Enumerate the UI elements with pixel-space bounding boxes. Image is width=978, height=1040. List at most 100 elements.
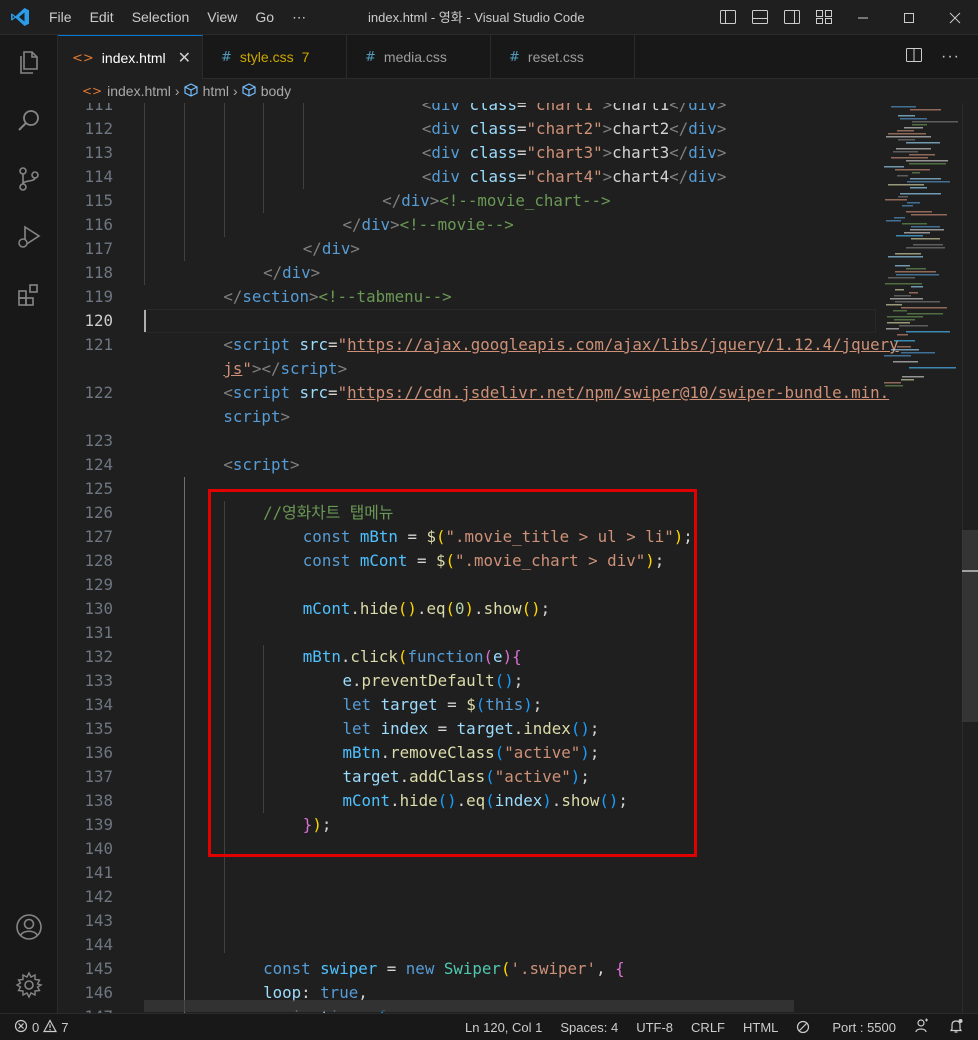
problems-indicator[interactable]: 0 7	[14, 1018, 69, 1036]
tab-label: media.css	[383, 49, 447, 65]
tab-reset-css[interactable]: # reset.css	[491, 35, 635, 79]
code-text: js"></script>	[223, 359, 348, 378]
scrollbar-thumb[interactable]	[962, 530, 978, 722]
tab-label: index.html	[101, 50, 166, 66]
line-number: 112	[84, 119, 113, 138]
notifications-bell-icon[interactable]	[948, 1018, 964, 1037]
toggle-primary-sidebar-icon[interactable]	[718, 7, 738, 27]
line-number: 133	[84, 671, 113, 690]
indentation-setting[interactable]: Spaces: 4	[560, 1020, 618, 1035]
line-number: 140	[84, 839, 113, 858]
element-cube-icon	[183, 82, 198, 100]
line-number: 121	[84, 335, 113, 354]
run-debug-icon[interactable]	[0, 213, 58, 261]
breadcrumb-body[interactable]: body	[261, 83, 291, 99]
menu-more-button[interactable]: ⋯	[283, 0, 316, 35]
code-line: 143	[58, 909, 878, 933]
warning-count: 7	[61, 1019, 69, 1035]
code-line: 118 </div>	[58, 261, 878, 285]
menu-view[interactable]: View	[198, 0, 246, 35]
language-mode[interactable]: HTML	[743, 1020, 778, 1035]
line-number: 127	[84, 527, 113, 546]
code-text: <div class="chart2">chart2</div>	[421, 119, 727, 138]
line-number: 143	[84, 911, 113, 930]
close-window-icon[interactable]	[932, 0, 978, 35]
maximize-icon[interactable]	[886, 0, 932, 35]
settings-gear-icon[interactable]	[0, 961, 58, 1009]
toggle-panel-icon[interactable]	[750, 7, 770, 27]
code-editor[interactable]: 111 <div class="chart1">chart1</div> 112 <d…	[58, 103, 978, 1013]
line-number: 132	[84, 647, 113, 666]
source-control-icon[interactable]	[0, 155, 58, 203]
code-text: const swiper = new Swiper('.swiper', {	[263, 959, 625, 978]
code-text: <div class="chart4">chart4</div>	[421, 167, 727, 186]
line-number: 111	[84, 103, 113, 114]
code-line: 112 <div class="chart2">chart2</div>	[58, 117, 878, 141]
feedback-icon[interactable]	[914, 1018, 930, 1037]
code-line: 124 <script>	[58, 453, 878, 477]
scrollbar-cursor-marker	[962, 570, 978, 572]
vscode-logo-icon	[0, 0, 40, 35]
menu-file[interactable]: File	[40, 0, 81, 35]
code-text: </div>	[263, 263, 321, 282]
minimize-icon[interactable]	[840, 0, 886, 35]
code-text: script>	[223, 407, 290, 426]
line-number: 128	[84, 551, 113, 570]
annotation-highlight-box	[208, 489, 697, 857]
line-number: 117	[84, 239, 113, 258]
line-number: 141	[84, 863, 113, 882]
end-of-line[interactable]: CRLF	[691, 1020, 725, 1035]
warning-icon	[43, 1018, 58, 1036]
close-tab-icon[interactable]: ✕	[178, 48, 191, 68]
html-file-icon: <>	[72, 50, 94, 66]
file-encoding[interactable]: UTF-8	[636, 1020, 673, 1035]
tab-media-css[interactable]: # media.css	[347, 35, 491, 79]
editor-tabs: <> index.html ✕ # style.css 7 # media.cs…	[58, 35, 978, 80]
cursor-position[interactable]: Ln 120, Col 1	[465, 1020, 542, 1035]
line-number: 115	[84, 191, 113, 210]
minimap[interactable]	[880, 103, 964, 1013]
code-line: 142	[58, 885, 878, 909]
code-text: </div>	[302, 239, 360, 258]
activity-bar	[0, 35, 58, 1013]
css-file-icon: #	[509, 49, 520, 65]
customize-layout-icon[interactable]	[814, 7, 834, 27]
tab-label: style.css	[239, 49, 294, 65]
chevron-right-icon: ›	[174, 83, 180, 99]
explorer-icon[interactable]	[0, 39, 58, 87]
toggle-secondary-sidebar-icon[interactable]	[782, 7, 802, 27]
line-number: 137	[84, 767, 113, 786]
more-actions-icon[interactable]: ···	[941, 48, 960, 66]
code-line: script>	[58, 405, 878, 429]
line-number: 123	[84, 431, 113, 450]
accounts-icon[interactable]	[0, 903, 58, 951]
line-number: 116	[84, 215, 113, 234]
live-server-port[interactable]: Port : 5500	[796, 1020, 896, 1035]
split-editor-icon[interactable]	[905, 46, 923, 69]
menu-go[interactable]: Go	[246, 0, 283, 35]
code-text: <script src="https://cdn.jsdelivr.net/np…	[223, 383, 890, 402]
breadcrumb-file[interactable]: index.html	[107, 83, 171, 99]
html-file-icon: <>	[82, 84, 103, 98]
extensions-icon[interactable]	[0, 271, 58, 319]
tab-style-css[interactable]: # style.css 7	[203, 35, 347, 79]
line-number: 118	[84, 263, 113, 282]
line-number: 113	[84, 143, 113, 162]
horizontal-scrollbar-thumb[interactable]	[144, 1000, 794, 1012]
line-number: 124	[84, 455, 113, 474]
breadcrumb-html[interactable]: html	[203, 83, 229, 99]
line-number: 130	[84, 599, 113, 618]
tab-index-html[interactable]: <> index.html ✕	[58, 35, 203, 80]
code-line: 121 <script src="https://ajax.googleapis.…	[58, 333, 898, 357]
code-line: 114 <div class="chart4">chart4</div>	[58, 165, 878, 189]
code-line: 111 <div class="chart1">chart1</div>	[58, 103, 878, 117]
menu-selection[interactable]: Selection	[123, 0, 199, 35]
code-text: </div><!--movie_chart-->	[382, 191, 611, 210]
code-text: <div class="chart3">chart3</div>	[421, 143, 727, 162]
search-icon[interactable]	[0, 97, 58, 145]
error-icon	[14, 1019, 28, 1036]
menu-edit[interactable]: Edit	[81, 0, 123, 35]
editor-actions: ···	[905, 35, 978, 79]
window-title: index.html - 영화 - Visual Studio Code	[368, 10, 585, 25]
code-line: 113 <div class="chart3">chart3</div>	[58, 141, 878, 165]
